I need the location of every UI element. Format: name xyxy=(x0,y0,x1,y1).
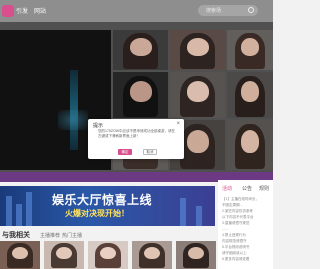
search-input[interactable]: 搜索场 xyxy=(206,7,221,14)
search-icon[interactable] xyxy=(248,7,254,13)
close-icon[interactable]: × xyxy=(176,121,180,127)
related-tile[interactable] xyxy=(0,241,40,269)
streamer-tile[interactable] xyxy=(227,120,273,170)
banner-subtitle: 火爆对决现开始！ xyxy=(65,209,129,218)
tile-face xyxy=(129,81,152,102)
dialog-title: 提示 xyxy=(93,123,104,129)
side-text-line: 以下内容不代表平台 xyxy=(222,215,254,219)
streamer-tile[interactable] xyxy=(170,72,225,118)
dialog-message: 您的175ZOW中应该不是申请成功全部桌游，请在左键或下滑刷新界面上新！ xyxy=(98,129,176,138)
banner-decoration xyxy=(26,192,32,226)
search-box[interactable]: 搜索场 xyxy=(198,5,258,16)
tile-face xyxy=(56,246,72,260)
streamer-tile[interactable] xyxy=(227,72,273,118)
side-text-line: 请仔细阅读以上 xyxy=(222,251,247,255)
tile-face xyxy=(240,81,260,102)
side-panel: 活动 公告 规则 【1】主播在线时间长， 不固定周期... 2.某些内容仅供参考… xyxy=(218,180,273,269)
side-text-line: 3.直播请遵守规范 xyxy=(222,221,250,225)
related-tile[interactable] xyxy=(44,241,84,269)
tile-face xyxy=(100,246,116,260)
top-nav-bar: 引发 网站 搜索场 xyxy=(0,0,273,22)
cancel-button[interactable]: 取消 xyxy=(143,149,157,155)
player-glow-spot xyxy=(58,110,88,130)
tile-face xyxy=(240,130,260,153)
related-tile[interactable] xyxy=(176,241,216,269)
side-text-line: 5.平台规则说明书 xyxy=(222,245,250,249)
related-title: 与我相关 xyxy=(2,232,30,239)
banner-decoration xyxy=(6,196,12,226)
tile-face xyxy=(12,246,28,260)
related-tab-hot[interactable]: 热门主播 xyxy=(62,232,82,239)
streamer-tile[interactable] xyxy=(227,30,273,70)
side-text-line: 【1】主播在线时间长， xyxy=(222,197,259,201)
side-text-line: 不固定周期... xyxy=(222,203,243,207)
related-tile[interactable] xyxy=(132,241,172,269)
site-logo[interactable] xyxy=(2,5,14,17)
tab-rules[interactable]: 规则 xyxy=(259,185,269,192)
tile-face xyxy=(186,130,209,153)
side-text-line: ...... xyxy=(222,227,228,231)
nav-item-live[interactable]: 引发 xyxy=(16,6,28,15)
tile-face xyxy=(240,38,260,56)
confirm-dialog: 提示 × 您的175ZOW中应该不是申请成功全部桌游，请在左键或下滑刷新界面上新… xyxy=(88,119,184,159)
banner-decoration xyxy=(16,204,22,226)
side-text-line: 2.某些内容仅供参考 xyxy=(222,209,253,213)
side-text-line: 内容规范请遵守 xyxy=(222,239,247,243)
side-text-line: 6.更多内容请查看 xyxy=(222,257,250,261)
tile-face xyxy=(186,81,209,102)
tile-face xyxy=(188,246,204,260)
tab-activity[interactable]: 活动 xyxy=(222,185,232,192)
tile-face xyxy=(186,38,209,56)
nav-item-site[interactable]: 网站 xyxy=(34,6,46,15)
related-tab-recommend[interactable]: 主播推荐 xyxy=(40,232,60,239)
banner-decoration xyxy=(196,206,202,226)
streamer-tile[interactable] xyxy=(113,30,168,70)
streamer-tile[interactable] xyxy=(170,30,225,70)
streamer-tile[interactable] xyxy=(113,72,168,118)
tile-face xyxy=(144,246,160,260)
promo-banner[interactable]: 娱乐大厅惊喜上线 火爆对决现开始！ xyxy=(0,186,215,226)
banner-decoration xyxy=(180,198,186,226)
tile-face xyxy=(129,38,152,56)
confirm-button[interactable]: 确定 xyxy=(118,149,132,155)
related-tile[interactable] xyxy=(88,241,128,269)
tab-notice[interactable]: 公告 xyxy=(242,185,252,192)
side-text-line: 4.禁止违规行为 xyxy=(222,233,246,237)
banner-title: 娱乐大厅惊喜上线 xyxy=(52,193,153,207)
